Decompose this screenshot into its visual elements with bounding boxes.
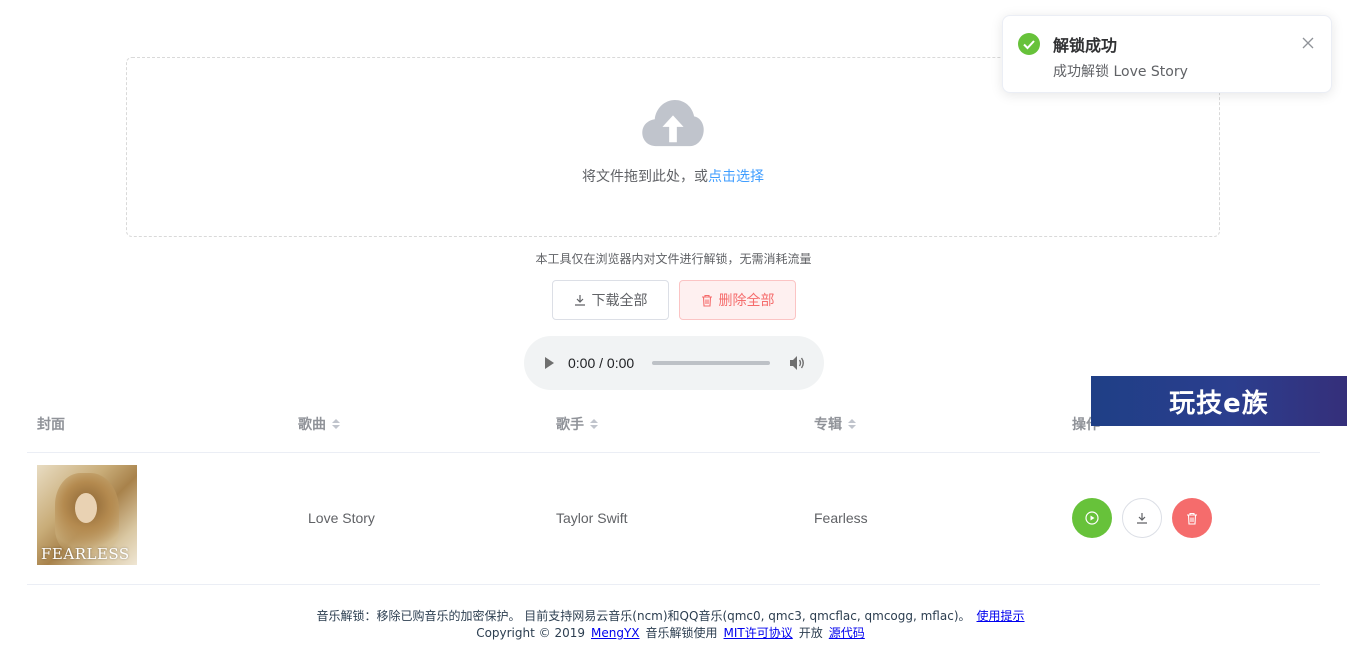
check-circle-icon bbox=[1018, 33, 1040, 55]
author-link[interactable]: MengYX bbox=[591, 626, 640, 640]
notification-message: 成功解锁 Love Story bbox=[1053, 64, 1188, 80]
download-icon bbox=[574, 295, 585, 306]
delete-button[interactable] bbox=[1172, 498, 1212, 538]
header-title[interactable]: 歌曲 bbox=[298, 414, 340, 434]
delete-all-button[interactable]: 删除全部 bbox=[679, 280, 796, 320]
footer-open: 开放 bbox=[798, 626, 823, 640]
header-artist[interactable]: 歌手 bbox=[556, 414, 598, 434]
cover-title: FEARLESS bbox=[41, 545, 130, 563]
footer-mid: 音乐解锁使用 bbox=[645, 626, 718, 640]
header-cover-label: 封面 bbox=[37, 417, 65, 433]
header-artist-label: 歌手 bbox=[556, 417, 584, 433]
footer-copyright: Copyright © 2019 MengYX 音乐解锁使用 MIT许可协议 开放 源代码 bbox=[0, 624, 1347, 641]
footer-description: 音乐解锁：移除已购音乐的加密保护。 目前支持网易云音乐(ncm)和QQ音乐(qm… bbox=[0, 607, 1347, 624]
download-button[interactable] bbox=[1122, 498, 1162, 538]
copyright-text: Copyright © 2019 bbox=[476, 626, 585, 640]
song-title: Love Story bbox=[308, 510, 375, 526]
header-cover: 封面 bbox=[37, 414, 65, 434]
sort-icon[interactable] bbox=[332, 419, 340, 429]
play-button[interactable] bbox=[1072, 498, 1112, 538]
audio-player[interactable]: 0:00 / 0:00 bbox=[524, 336, 824, 390]
play-icon[interactable] bbox=[542, 356, 556, 370]
delete-all-label: 删除全部 bbox=[718, 293, 775, 309]
download-all-button[interactable]: 下载全部 bbox=[552, 280, 669, 320]
header-album[interactable]: 专辑 bbox=[814, 414, 856, 434]
song-album: Fearless bbox=[814, 510, 868, 526]
cloud-upload-icon bbox=[642, 100, 704, 147]
download-all-label: 下载全部 bbox=[591, 293, 648, 309]
play-circle-icon bbox=[1085, 511, 1099, 525]
close-icon[interactable] bbox=[1301, 36, 1315, 50]
sort-icon[interactable] bbox=[848, 419, 856, 429]
watermark-logo: 玩技e族 bbox=[1091, 376, 1347, 426]
trash-icon bbox=[701, 294, 712, 307]
upload-select-link[interactable]: 点击选择 bbox=[708, 169, 764, 185]
volume-icon[interactable] bbox=[788, 354, 806, 372]
notification-title: 解锁成功 bbox=[1053, 36, 1118, 55]
header-album-label: 专辑 bbox=[814, 417, 842, 433]
help-link[interactable]: 使用提示 bbox=[977, 609, 1025, 623]
source-link[interactable]: 源代码 bbox=[829, 626, 865, 640]
album-cover: FEARLESS bbox=[37, 465, 137, 565]
audio-progress-track[interactable] bbox=[652, 361, 770, 365]
song-artist: Taylor Swift bbox=[556, 510, 628, 526]
license-link[interactable]: MIT许可协议 bbox=[724, 626, 793, 640]
header-title-label: 歌曲 bbox=[298, 417, 326, 433]
trash-icon bbox=[1187, 512, 1197, 525]
download-icon bbox=[1137, 513, 1147, 524]
success-notification: 解锁成功 成功解锁 Love Story bbox=[1002, 15, 1332, 93]
watermark-text: 玩技e族 bbox=[1169, 388, 1269, 419]
sort-icon[interactable] bbox=[590, 419, 598, 429]
audio-time: 0:00 / 0:00 bbox=[568, 355, 635, 371]
upload-prompt: 将文件拖到此处，或 bbox=[582, 169, 708, 185]
footer-line1: 音乐解锁：移除已购音乐的加密保护。 目前支持网易云音乐(ncm)和QQ音乐(qm… bbox=[316, 609, 971, 623]
table-row: FEARLESS Love Story Taylor Swift Fearles… bbox=[27, 453, 1320, 585]
privacy-tip: 本工具仅在浏览器内对文件进行解锁，无需消耗流量 bbox=[535, 252, 812, 266]
